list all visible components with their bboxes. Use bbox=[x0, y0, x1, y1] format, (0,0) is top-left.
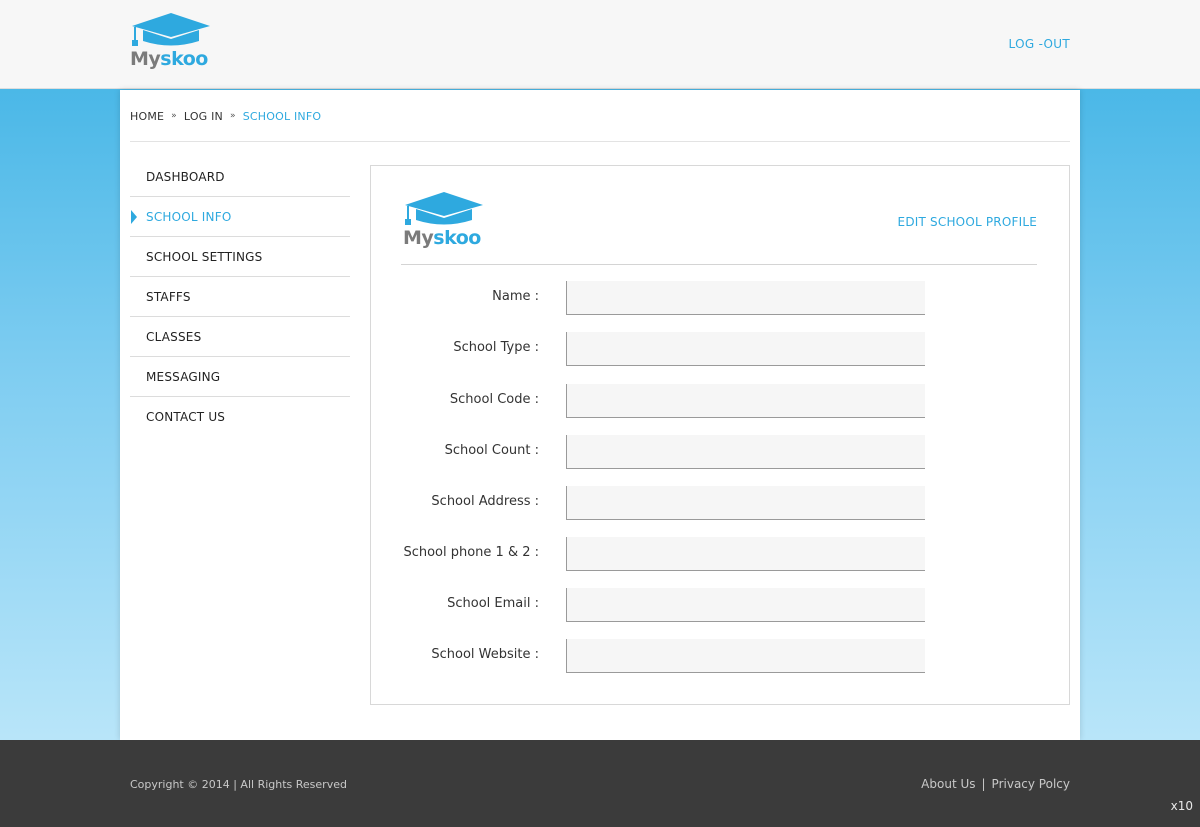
card-divider bbox=[401, 264, 1037, 265]
edit-school-profile-link[interactable]: EDIT SCHOOL PROFILE bbox=[898, 215, 1037, 229]
site-header: Myskoo LOG -OUT bbox=[0, 0, 1200, 89]
field-label: School Address : bbox=[431, 494, 539, 509]
breadcrumb-current: SCHOOL INFO bbox=[242, 110, 322, 123]
logout-link[interactable]: LOG -OUT bbox=[1009, 37, 1070, 51]
zoom-level: x10 bbox=[1170, 799, 1193, 813]
card-logo: Myskoo bbox=[401, 189, 487, 255]
privacy-policy-link[interactable]: Privacy Polcy bbox=[992, 777, 1070, 791]
footer-divider: | bbox=[981, 777, 986, 791]
field-label: School phone 1 & 2 : bbox=[403, 545, 539, 560]
logo-text-my: My bbox=[403, 227, 434, 249]
footer-links: About Us | Privacy Polcy bbox=[921, 777, 1070, 791]
school-website-input[interactable] bbox=[566, 639, 925, 673]
school-address-input[interactable] bbox=[566, 486, 925, 520]
form-row-school-type: School Type : bbox=[371, 332, 1071, 366]
field-label: School Website : bbox=[431, 647, 539, 662]
site-footer: Copyright © 2014 | All Rights Reserved A… bbox=[0, 740, 1200, 827]
breadcrumb-separator: » bbox=[229, 111, 236, 121]
breadcrumb-login[interactable]: LOG IN bbox=[184, 110, 223, 123]
field-label: School Count : bbox=[444, 443, 539, 458]
form-row-school-count: School Count : bbox=[371, 435, 1071, 469]
school-info-card: Myskoo EDIT SCHOOL PROFILE Name : School… bbox=[370, 165, 1070, 705]
field-label: Name : bbox=[492, 289, 539, 304]
sidebar-item-dashboard[interactable]: DASHBOARD bbox=[130, 157, 350, 197]
sidebar-item-messaging[interactable]: MESSAGING bbox=[130, 357, 350, 397]
school-type-input[interactable] bbox=[566, 332, 925, 366]
breadcrumb: HOME » LOG IN » SCHOOL INFO bbox=[130, 110, 1070, 142]
sidebar-item-label: SCHOOL SETTINGS bbox=[146, 250, 263, 264]
logo-text-my: My bbox=[130, 48, 161, 70]
name-input[interactable] bbox=[566, 281, 925, 315]
form-row-school-website: School Website : bbox=[371, 639, 1071, 673]
sidebar-item-label: DASHBOARD bbox=[146, 170, 225, 184]
breadcrumb-separator: » bbox=[171, 111, 177, 121]
about-us-link[interactable]: About Us bbox=[921, 777, 975, 791]
sidebar-item-label: CONTACT US bbox=[146, 410, 226, 424]
form-row-school-phone: School phone 1 & 2 : bbox=[371, 537, 1071, 571]
field-label: School Email : bbox=[447, 596, 539, 611]
field-label: School Code : bbox=[449, 392, 539, 407]
sidebar-item-classes[interactable]: CLASSES bbox=[130, 317, 350, 357]
graduation-cap-icon bbox=[132, 13, 210, 46]
sidebar-item-school-info[interactable]: SCHOOL INFO bbox=[130, 197, 350, 237]
logo-wordmark: Myskoo bbox=[403, 227, 481, 249]
form-row-school-code: School Code : bbox=[371, 384, 1071, 418]
sidebar-item-contact-us[interactable]: CONTACT US bbox=[130, 397, 350, 437]
sidebar-item-staffs[interactable]: STAFFS bbox=[130, 277, 350, 317]
school-phone-input[interactable] bbox=[566, 537, 925, 571]
graduation-cap-icon bbox=[405, 192, 483, 225]
school-email-input[interactable] bbox=[566, 588, 925, 622]
school-code-input[interactable] bbox=[566, 384, 925, 418]
school-count-input[interactable] bbox=[566, 435, 925, 469]
sidebar-item-school-settings[interactable]: SCHOOL SETTINGS bbox=[130, 237, 350, 277]
sidebar-nav: DASHBOARD SCHOOL INFO SCHOOL SETTINGS ST… bbox=[130, 157, 350, 437]
sidebar-item-label: STAFFS bbox=[146, 290, 191, 304]
field-label: School Type : bbox=[453, 340, 539, 355]
sidebar-item-label: CLASSES bbox=[146, 330, 202, 344]
sidebar-item-label: SCHOOL INFO bbox=[146, 210, 232, 224]
copyright-text: Copyright © 2014 | All Rights Reserved bbox=[130, 778, 347, 791]
main-panel: HOME » LOG IN » SCHOOL INFO DASHBOARD SC… bbox=[120, 90, 1080, 740]
active-arrow-icon bbox=[131, 210, 137, 224]
logo-text-skoo: skoo bbox=[433, 227, 481, 249]
form-row-school-address: School Address : bbox=[371, 486, 1071, 520]
myskoo-logo[interactable]: Myskoo bbox=[128, 10, 214, 76]
form-row-school-email: School Email : bbox=[371, 588, 1071, 622]
breadcrumb-home[interactable]: HOME bbox=[130, 110, 164, 123]
form-row-name: Name : bbox=[371, 281, 1071, 315]
logo-text-skoo: skoo bbox=[160, 48, 208, 70]
sidebar-item-label: MESSAGING bbox=[146, 370, 221, 384]
logo-wordmark: Myskoo bbox=[130, 48, 208, 70]
